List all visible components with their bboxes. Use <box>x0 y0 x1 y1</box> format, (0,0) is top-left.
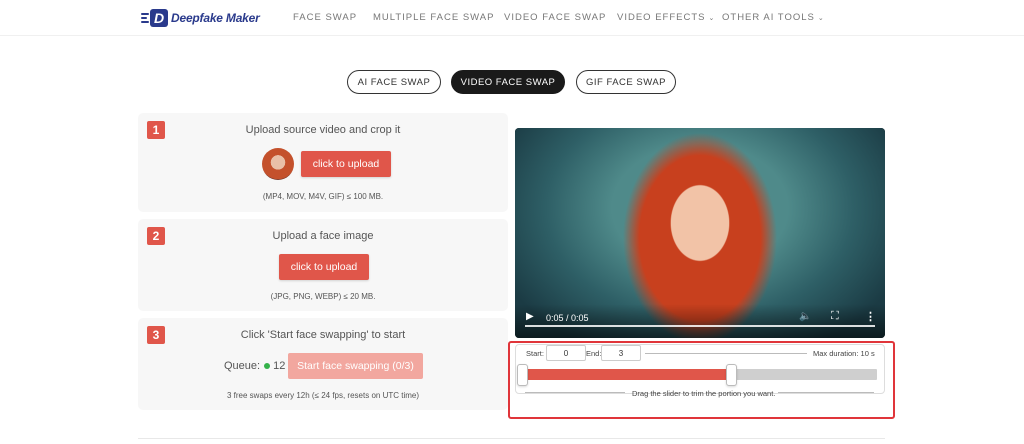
nav-multiple-face-swap[interactable]: MULTIPLE FACE SWAP <box>373 12 494 23</box>
divider <box>645 353 807 354</box>
start-input[interactable] <box>546 345 586 361</box>
nav-video-effects-label: VIDEO EFFECTS <box>617 12 706 23</box>
nav-face-swap[interactable]: FACE SWAP <box>293 12 357 23</box>
trim-start-handle[interactable] <box>517 364 528 386</box>
video-player[interactable]: ▶ 0:05 / 0:05 🔈 ⛶ ⋮ <box>515 128 885 338</box>
nav-other-ai-tools[interactable]: OTHER AI TOOLS ⌄ <box>722 12 825 23</box>
source-video-thumbnail <box>262 148 294 180</box>
upload-face-button[interactable]: click to upload <box>279 254 369 280</box>
start-face-swapping-button[interactable]: Start face swapping (0/3) <box>288 353 423 379</box>
tab-gif-face-swap[interactable]: GIF FACE SWAP <box>576 70 676 94</box>
nav-video-face-swap[interactable]: VIDEO FACE SWAP <box>504 12 606 23</box>
divider <box>525 392 625 393</box>
start-label: Start: <box>526 349 544 358</box>
queue-label: Queue: <box>224 360 261 372</box>
fullscreen-icon[interactable]: ⛶ <box>831 310 839 323</box>
tab-video-face-swap[interactable]: VIDEO FACE SWAP <box>451 70 565 94</box>
step-1-title: Upload source video and crop it <box>245 124 401 136</box>
queue-status: Queue: 12 <box>224 360 285 372</box>
divider <box>778 392 874 393</box>
section-divider <box>138 438 885 439</box>
trim-selection-range <box>521 369 732 380</box>
trim-hint: Drag the slider to trim the portion you … <box>632 389 776 398</box>
max-duration-label: Max duration: 10 s <box>813 349 875 358</box>
nav-other-ai-tools-label: OTHER AI TOOLS <box>722 12 815 23</box>
step-1-hint: (MP4, MOV, M4V, GIF) ≤ 100 MB. <box>262 192 384 201</box>
upload-video-button[interactable]: click to upload <box>301 151 391 177</box>
video-progress-bar[interactable] <box>525 325 875 327</box>
more-options-icon[interactable]: ⋮ <box>865 310 876 323</box>
step-2-title: Upload a face image <box>272 230 374 242</box>
chevron-down-icon: ⌄ <box>817 15 825 22</box>
play-icon[interactable]: ▶ <box>526 311 534 322</box>
nav-video-effects[interactable]: VIDEO EFFECTS ⌄ <box>617 12 715 23</box>
queue-count: 12 <box>273 360 286 372</box>
chevron-down-icon: ⌄ <box>708 15 716 22</box>
step-3-hint: 3 free swaps every 12h (≤ 24 fps, resets… <box>226 391 420 400</box>
video-time: 0:05 / 0:05 <box>546 313 589 323</box>
brand-logo-icon: D <box>141 9 169 27</box>
trim-end-handle[interactable] <box>725 364 737 386</box>
volume-icon[interactable]: 🔈 <box>799 311 811 322</box>
top-nav-bar: D Deepfake Maker FACE SWAP MULTIPLE FACE… <box>0 0 1024 36</box>
end-input[interactable] <box>601 345 641 361</box>
queue-status-dot-icon <box>264 363 271 369</box>
step-2-hint: (JPG, PNG, WEBP) ≤ 20 MB. <box>270 292 376 301</box>
tab-ai-face-swap[interactable]: AI FACE SWAP <box>347 70 441 94</box>
brand-logo[interactable]: D Deepfake Maker <box>141 7 260 29</box>
video-controls: ▶ 0:05 / 0:05 🔈 ⛶ ⋮ <box>515 304 885 338</box>
step-3-title: Click 'Start face swapping' to start <box>240 329 406 341</box>
end-label: End: <box>586 349 602 358</box>
brand-name: Deepfake Maker <box>171 11 260 25</box>
